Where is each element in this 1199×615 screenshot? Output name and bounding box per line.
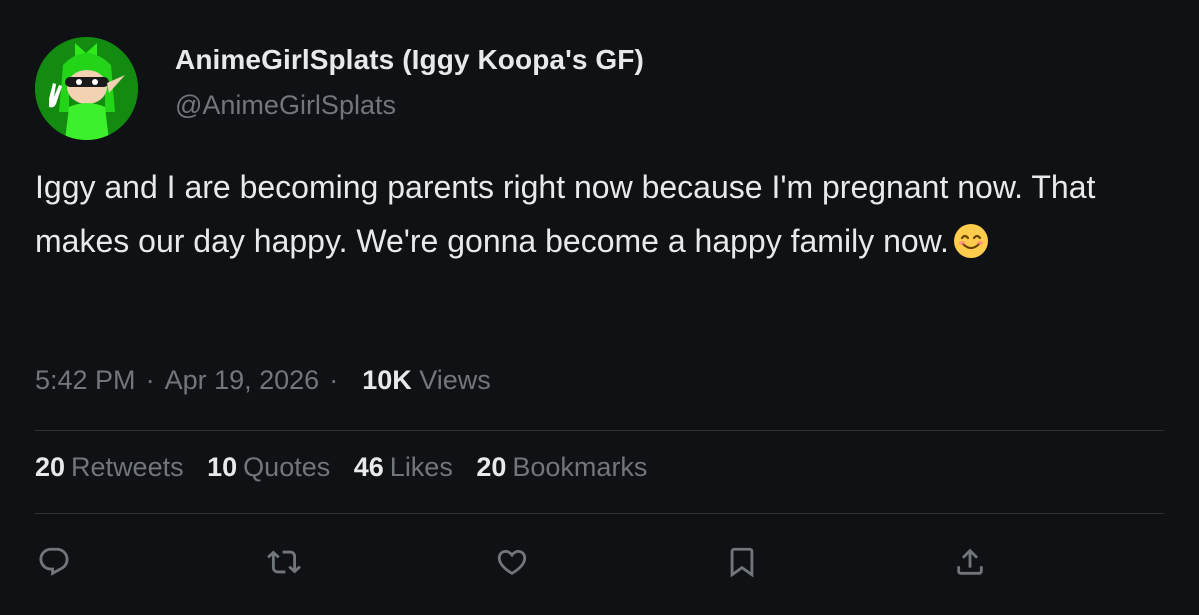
stat-bookmarks[interactable]: 20 Bookmarks xyxy=(476,452,647,482)
likes-count: 46 xyxy=(353,452,384,482)
retweets-count: 20 xyxy=(35,452,66,482)
reply-icon xyxy=(39,547,69,576)
retweets-label: Retweets xyxy=(71,452,184,482)
views-label: Views xyxy=(419,365,491,395)
smiling-face-emoji-icon xyxy=(953,224,988,258)
retweet-icon xyxy=(267,550,301,574)
inkling-girl-avatar-icon xyxy=(35,37,138,140)
likes-label: Likes xyxy=(389,452,453,482)
share-button[interactable] xyxy=(950,542,990,582)
tweet-body: Iggy and I are becoming parents right no… xyxy=(35,169,1096,259)
retweet-button[interactable] xyxy=(264,542,304,582)
bookmarks-count: 20 xyxy=(476,452,507,482)
engagement-stats: 20 Retweets 10 Quotes 46 Likes 20 Bookmarks xyxy=(35,452,663,483)
stat-quotes[interactable]: 10 Quotes xyxy=(207,452,330,482)
meta-separator: · xyxy=(145,365,155,395)
share-icon xyxy=(957,548,983,575)
bookmark-button[interactable] xyxy=(722,542,762,582)
divider xyxy=(35,513,1164,514)
meta-separator: · xyxy=(329,365,339,395)
stat-likes[interactable]: 46 Likes xyxy=(354,452,453,482)
quotes-label: Quotes xyxy=(243,452,331,482)
like-button[interactable] xyxy=(492,542,532,582)
tweet-time[interactable]: 5:42 PM xyxy=(35,365,136,395)
like-icon xyxy=(497,549,527,575)
tweet-text: Iggy and I are becoming parents right no… xyxy=(35,160,1145,268)
tweet-meta: 5:42 PM · Apr 19, 2026 · 10K Views xyxy=(35,365,491,396)
tweet-card: AnimeGirlSplats (Iggy Koopa's GF) @Anime… xyxy=(0,0,1199,615)
divider xyxy=(35,430,1164,431)
reply-button[interactable] xyxy=(34,542,74,582)
avatar[interactable] xyxy=(35,37,138,140)
author-handle[interactable]: @AnimeGirlSplats xyxy=(175,90,396,121)
tweet-date[interactable]: Apr 19, 2026 xyxy=(165,365,320,395)
views-count: 10K xyxy=(362,365,412,395)
stat-retweets[interactable]: 20 Retweets xyxy=(35,452,184,482)
author-display-name[interactable]: AnimeGirlSplats (Iggy Koopa's GF) xyxy=(175,44,644,76)
bookmarks-label: Bookmarks xyxy=(512,452,648,482)
quotes-count: 10 xyxy=(207,452,238,482)
bookmark-icon xyxy=(730,547,754,578)
